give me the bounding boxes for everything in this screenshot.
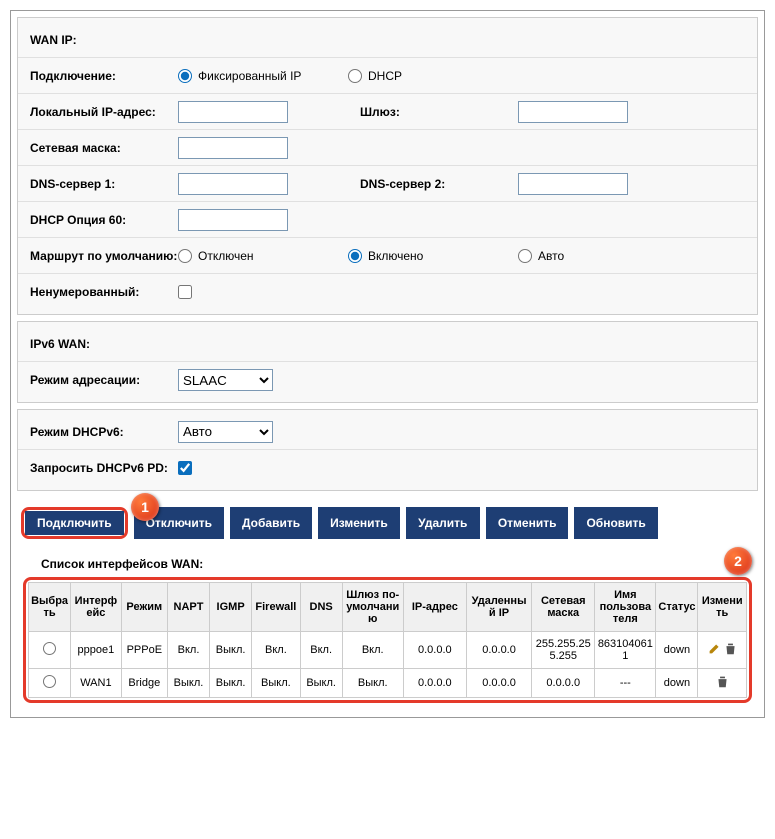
pencil-icon[interactable] [708,642,721,658]
cell-netmask: 255.255.255.255 [532,632,595,669]
local-ip-label: Локальный IP-адрес: [18,105,178,119]
cell-napt: Выкл. [167,669,209,698]
button-bar: Подключить 1 Отключить Добавить Изменить… [17,497,758,549]
connection-dhcp-label: DHCP [368,69,402,83]
table-row: WAN1BridgeВыкл.Выкл.Выкл.Выкл.Выкл.0.0.0… [29,669,747,698]
defroute-on-label: Включено [368,249,423,263]
th-netmask: Сетевая маска [532,583,595,632]
cell-firewall: Вкл. [252,632,300,669]
th-ip: IP-адрес [403,583,466,632]
th-status: Статус [656,583,698,632]
config-panel: WAN IP: Подключение: Фиксированный IP DH… [10,10,765,718]
dhcpv6-pd-checkbox[interactable] [178,461,192,475]
opt60-label: DHCP Опция 60: [18,213,178,227]
cell-dns: Вкл. [300,632,342,669]
trash-icon[interactable] [724,642,737,658]
connection-fixed-label: Фиксированный IP [198,69,301,83]
cell-status: down [656,669,698,698]
cell-remote-ip: 0.0.0.0 [466,632,531,669]
ipv6-wan-heading: IPv6 WAN: [18,337,178,351]
connection-fixed-radio[interactable] [178,69,192,83]
dns2-input[interactable] [518,173,628,195]
table-row: pppoe1PPPoEВкл.Выкл.Вкл.Вкл.Вкл.0.0.0.00… [29,632,747,669]
wan-table-highlight: Выбрать Интерфейс Режим NAPT IGMP Firewa… [23,577,752,703]
th-username: Имя пользователя [595,583,656,632]
cell-firewall: Выкл. [252,669,300,698]
th-mode: Режим [121,583,167,632]
gateway-input[interactable] [518,101,628,123]
dhcpv6-pd-label: Запросить DHCPv6 PD: [18,461,178,475]
wan-list-section: Список интерфейсов WAN: 2 Выбрать Интерф… [17,549,758,703]
gateway-label: Шлюз: [348,105,488,119]
connect-highlight: Подключить [21,507,128,539]
wan-ip-heading: WAN IP: [18,33,178,47]
th-firewall: Firewall [252,583,300,632]
connect-button[interactable]: Подключить [25,511,124,535]
dns1-label: DNS-сервер 1: [18,177,178,191]
dns1-input[interactable] [178,173,288,195]
cell-status: down [656,632,698,669]
trash-icon[interactable] [716,675,729,691]
cell-iface: pppoe1 [71,632,122,669]
addrmode-label: Режим адресации: [18,373,178,387]
th-napt: NAPT [167,583,209,632]
dhcpv6-section: Режим DHCPv6: Авто Запросить DHCPv6 PD: [17,409,758,491]
defroute-off-label: Отключен [198,249,254,263]
dns2-label: DNS-сервер 2: [348,177,488,191]
netmask-input[interactable] [178,137,288,159]
th-iface: Интерфейс [71,583,122,632]
marker-1: 1 [131,493,159,521]
modify-button[interactable]: Изменить [318,507,400,539]
add-button[interactable]: Добавить [230,507,312,539]
dhcpv6-mode-label: Режим DHCPv6: [18,425,178,439]
defroute-on-radio[interactable] [348,249,362,263]
defroute-auto-radio[interactable] [518,249,532,263]
local-ip-input[interactable] [178,101,288,123]
cell-username: 8631040611 [595,632,656,669]
wan-list-title: Список интерфейсов WAN: [17,549,758,575]
th-dns: DNS [300,583,342,632]
cell-remote-ip: 0.0.0.0 [466,669,531,698]
cell-igmp: Выкл. [210,669,252,698]
wan-table: Выбрать Интерфейс Режим NAPT IGMP Firewa… [28,582,747,698]
connection-dhcp-radio[interactable] [348,69,362,83]
opt60-input[interactable] [178,209,288,231]
refresh-button[interactable]: Обновить [574,507,657,539]
cell-iface: WAN1 [71,669,122,698]
defroute-off-radio[interactable] [178,249,192,263]
cell-netmask: 0.0.0.0 [532,669,595,698]
th-remote-ip: Удаленный IP [466,583,531,632]
row-select-radio[interactable] [43,642,56,655]
netmask-label: Сетевая маска: [18,141,178,155]
connection-label: Подключение: [18,69,178,83]
cell-gateway: Вкл. [342,632,403,669]
unnumbered-label: Ненумерованный: [18,285,178,299]
marker-2: 2 [724,547,752,575]
th-edit: Изменить [698,583,747,632]
cancel-button[interactable]: Отменить [486,507,569,539]
ipv6-wan-section: IPv6 WAN: Режим адресации: SLAAC [17,321,758,403]
row-select-radio[interactable] [43,675,56,688]
defroute-label: Маршрут по умолчанию: [18,249,178,263]
defroute-auto-label: Авто [538,249,564,263]
th-select: Выбрать [29,583,71,632]
cell-dns: Выкл. [300,669,342,698]
cell-igmp: Выкл. [210,632,252,669]
dhcpv6-mode-select[interactable]: Авто [178,421,273,443]
unnumbered-checkbox[interactable] [178,285,192,299]
cell-ip: 0.0.0.0 [403,632,466,669]
cell-username: --- [595,669,656,698]
cell-mode: PPPoE [121,632,167,669]
th-gateway: Шлюз по-умолчанию [342,583,403,632]
addrmode-select[interactable]: SLAAC [178,369,273,391]
cell-napt: Вкл. [167,632,209,669]
cell-ip: 0.0.0.0 [403,669,466,698]
delete-button[interactable]: Удалить [406,507,480,539]
cell-mode: Bridge [121,669,167,698]
table-header-row: Выбрать Интерфейс Режим NAPT IGMP Firewa… [29,583,747,632]
th-igmp: IGMP [210,583,252,632]
wan-ip-section: WAN IP: Подключение: Фиксированный IP DH… [17,17,758,315]
cell-gateway: Выкл. [342,669,403,698]
